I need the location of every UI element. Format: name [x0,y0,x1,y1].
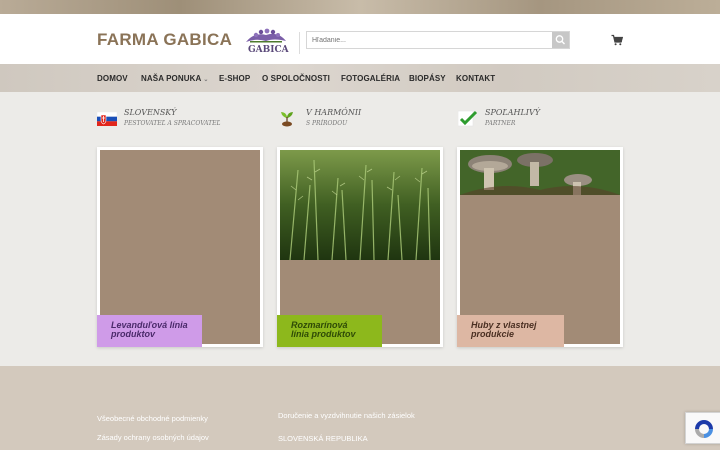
main-navigation: DOMOV NAŠA PONUKA ⌄ E-SHOP O SPOLOČNOSTI … [0,64,720,92]
checkmark-icon [458,110,478,127]
nav-item-fotogaleria[interactable]: FOTOGALÉRIA [341,74,400,83]
chevron-down-icon: ⌄ [203,77,209,83]
product-card-mushrooms[interactable]: Huby z vlastnej produkcie [457,147,623,347]
feature-subtitle: PARTNER [485,120,516,127]
rosemary-photo [280,150,440,260]
nav-item-e-shop[interactable]: E-SHOP [219,74,250,83]
site-footer: Všeobecné obchodné podmienky Zásady ochr… [0,366,720,450]
slovak-flag-icon [97,112,117,126]
header-divider [299,32,300,54]
logo-text: GABICA [248,45,289,55]
search-box [306,31,570,49]
card-label[interactable]: Rozmarínová línia produktov [277,315,382,347]
footer-link-delivery[interactable]: Doručenie a vyzdvihnutie našich zásielok [278,411,415,420]
card-label[interactable]: Huby z vlastnej produkcie [457,315,564,347]
feature-title: SLOVENSKÝ [124,108,177,117]
nav-item-domov[interactable]: DOMOV [97,74,128,83]
nav-item-kontakt[interactable]: KONTAKT [456,74,495,83]
cart-icon[interactable] [611,34,623,46]
recaptcha-badge[interactable] [685,412,720,444]
feature-subtitle: PESTOVATEĽ A SPRACOVATEĽ [124,120,221,127]
header-background-strip [0,0,720,14]
search-input[interactable] [307,32,553,48]
recaptcha-icon [695,420,713,438]
product-card-rosemary[interactable]: Rozmarínová línia produktov [277,147,443,347]
brand-name[interactable]: FARMA GABICA [97,30,232,50]
mushroom-photo [460,150,620,195]
footer-link-country[interactable]: SLOVENSKÁ REPUBLIKA [278,434,368,443]
feature-title: V HARMÓNII [306,108,362,117]
card-label[interactable]: Levanduľová línia produktov [97,315,202,347]
product-card-lavender[interactable]: Levanduľová línia produktov [97,147,263,347]
footer-link-privacy[interactable]: Zásady ochrany osobných údajov [97,433,209,442]
footer-link-terms[interactable]: Všeobecné obchodné podmienky [97,414,208,423]
nav-item-biopasy[interactable]: BIOPÁSY [409,74,446,83]
nav-item-label: NAŠA PONUKA [141,74,202,83]
sprout-icon [281,112,293,127]
search-icon [555,35,565,45]
site-header: FARMA GABICA GABICA [0,14,720,64]
nav-item-o-spolocnosti[interactable]: O SPOLOČNOSTI [262,74,330,83]
feature-subtitle: S PRÍRODOU [306,120,348,127]
feature-title: SPOĽAHLIVÝ [485,108,541,117]
search-button[interactable] [552,32,569,48]
nav-item-nasa-ponuka[interactable]: NAŠA PONUKA ⌄ [141,74,209,83]
